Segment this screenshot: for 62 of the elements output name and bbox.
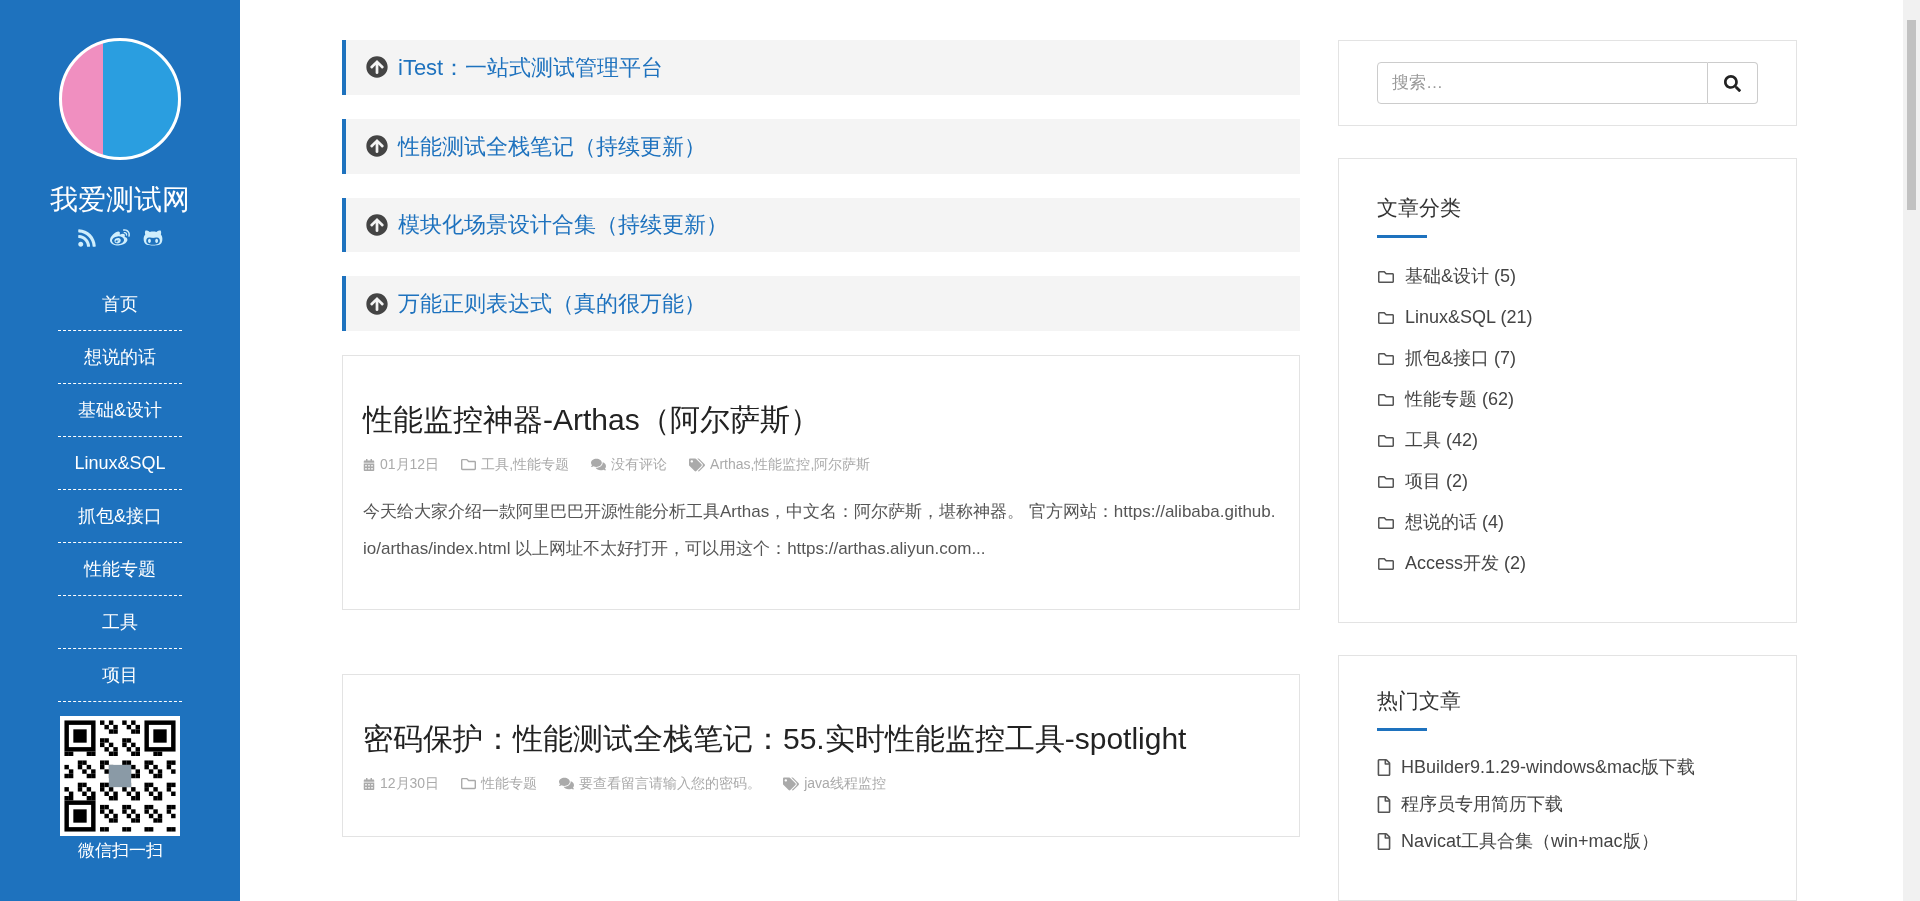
sticky-post-link[interactable]: 性能测试全栈笔记（持续更新） (342, 118, 1300, 174)
folder-icon (461, 776, 477, 791)
comments-icon (559, 776, 575, 791)
folder-icon (1377, 473, 1395, 490)
file-icon (1377, 759, 1391, 776)
arrow-up-icon (366, 135, 388, 158)
folder-icon (1377, 350, 1395, 367)
widget-title: 文章分类 (1377, 195, 1462, 221)
nav-link[interactable]: 基础&设计 (58, 384, 182, 437)
qr-caption: 微信扫一扫 (77, 840, 163, 862)
comments-icon (591, 457, 607, 472)
search-icon (1724, 74, 1741, 92)
calendar-icon (363, 777, 375, 790)
file-icon (1377, 833, 1391, 850)
search-field[interactable]: 搜索… (1377, 62, 1708, 104)
category-link[interactable]: 想说的话 (4) (1405, 509, 1504, 536)
article-link[interactable]: Navicat工具合集（win+mac版） (1401, 828, 1659, 855)
folder-icon (461, 457, 477, 472)
category-link[interactable]: Linux&SQL (21) (1405, 304, 1533, 331)
category-link[interactable]: 性能专题 (62) (1405, 386, 1514, 413)
sticky-post-link[interactable]: 模块化场景设计合集（持续更新） (342, 197, 1300, 253)
arrow-up-icon (366, 56, 388, 79)
nav-link[interactable]: 想说的话 (58, 331, 182, 384)
search-button[interactable] (1708, 62, 1758, 104)
folder-icon (1377, 309, 1395, 326)
folder-icon (1377, 391, 1395, 408)
sticky-post-link[interactable]: iTest：一站式测试管理平台 (342, 40, 1300, 95)
tags-icon (689, 456, 706, 473)
arrow-up-icon (366, 213, 388, 236)
calendar-icon (363, 458, 375, 471)
nav-link[interactable]: 工具 (58, 596, 182, 649)
folder-icon (1377, 555, 1395, 572)
folder-icon (1377, 514, 1395, 531)
category-link[interactable]: 项目 (2) (1405, 468, 1468, 495)
nav-link[interactable]: 项目 (58, 649, 182, 702)
post-date: 01月12日 (380, 455, 440, 474)
arrow-up-icon (366, 292, 388, 315)
rss-icon[interactable] (77, 228, 97, 248)
folder-icon (1377, 432, 1395, 449)
scrollbar[interactable] (1903, 0, 1920, 901)
cat-icon[interactable] (143, 228, 163, 248)
post-title[interactable]: 性能监控神器-Arthas（阿尔萨斯） (363, 400, 1279, 440)
sticky-post-link[interactable]: 万能正则表达式（真的很万能） (342, 276, 1300, 331)
article-link[interactable]: 程序员专用简历下载 (1401, 791, 1563, 818)
article-link[interactable]: HBuilder9.1.29-windows&mac版下载 (1401, 754, 1696, 781)
post-title[interactable]: 密码保护：性能测试全栈笔记：55.实时性能监控工具-spotlight (363, 719, 1279, 759)
nav-link[interactable]: 性能专题 (58, 543, 182, 596)
folder-icon (1377, 268, 1395, 285)
category-link[interactable]: 基础&设计 (5) (1405, 263, 1516, 290)
category-link[interactable]: Access开发 (2) (1405, 550, 1527, 577)
post-excerpt: 今天给大家介绍一款阿里巴巴开源性能分析工具Arthas，中文名：阿尔萨斯，堪称神器。 官方网站：https://alibaba.github.io/arthas/index.html 以上网址不太好打开，可以用这个：https://arthas.aliyun.com... (363, 501, 1277, 560)
tags-icon (783, 775, 800, 792)
nav-link[interactable]: 抓包&接口 (58, 490, 182, 543)
weibo-icon[interactable] (109, 228, 131, 248)
category-link[interactable]: 工具 (42) (1405, 427, 1478, 454)
nav-link[interactable]: 首页 (58, 278, 182, 331)
category-link[interactable]: 抓包&接口 (7) (1405, 345, 1516, 372)
site-title[interactable]: 我爱测试网 (50, 180, 190, 220)
widget-title: 热门文章 (1377, 688, 1462, 714)
post-date: 12月30日 (380, 774, 440, 793)
nav-link[interactable]: Linux&SQL (58, 437, 182, 490)
file-icon (1377, 796, 1391, 813)
